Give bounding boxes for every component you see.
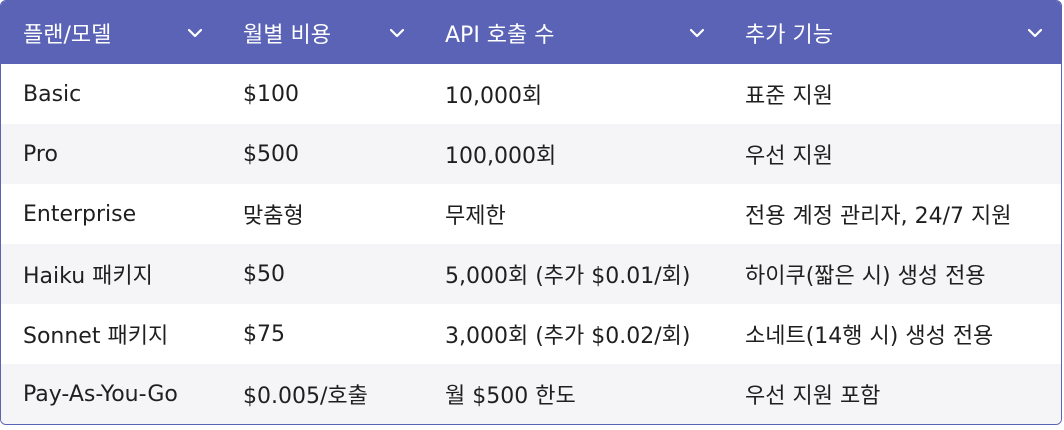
table-row: Sonnet 패키지 $75 3,000회 (추가 $0.02/회) 소네트(14행 … <box>1 304 1061 364</box>
cell-api-calls: 100,000회 <box>445 144 557 169</box>
column-header-api-calls[interactable]: API 호출 수 <box>423 1 723 64</box>
table-row: Pay-As-You-Go $0.005/호출 월 $500 한도 우선 지원 포함 <box>1 364 1061 424</box>
table-row: Basic $100 10,000회 표준 지원 <box>1 64 1061 124</box>
cell-api-calls: 3,000회 (추가 $0.02/회) <box>445 324 691 349</box>
table-row: Haiku 패키지 $50 5,000회 (추가 $0.01/회) 하이쿠(짧은 시)… <box>1 244 1061 304</box>
chevron-down-icon[interactable] <box>1023 21 1047 45</box>
table-row: Enterprise 맞춤형 무제한 전용 계정 관리자, 24/7 지원 <box>1 184 1061 244</box>
cell-api-calls: 5,000회 (추가 $0.01/회) <box>445 264 691 289</box>
cell-plan: Pay-As-You-Go <box>23 381 178 407</box>
cell-api-calls: 무제한 <box>445 204 506 229</box>
chevron-down-icon[interactable] <box>385 21 409 45</box>
cell-monthly-cost: $100 <box>243 81 299 107</box>
chevron-down-icon[interactable] <box>685 21 709 45</box>
cell-api-calls: 10,000회 <box>445 84 543 109</box>
column-header-label: 추가 기능 <box>745 22 833 48</box>
cell-monthly-cost: $50 <box>243 261 285 287</box>
column-header-monthly-cost[interactable]: 월별 비용 <box>221 1 423 64</box>
chevron-down-icon[interactable] <box>183 21 207 45</box>
column-header-label: 월별 비용 <box>243 22 331 48</box>
cell-features: 표준 지원 <box>745 84 833 109</box>
cell-plan: Pro <box>23 141 58 167</box>
pricing-table: 플랜/모델 월별 비용 API 호출 수 추가 기능 Basic $100 10,0… <box>0 0 1062 425</box>
cell-features: 소네트(14행 시) 생성 전용 <box>745 324 994 349</box>
cell-features: 전용 계정 관리자, 24/7 지원 <box>745 204 1012 229</box>
cell-features: 우선 지원 포함 <box>745 384 881 409</box>
cell-monthly-cost: $0.005/호출 <box>243 384 368 409</box>
cell-features: 우선 지원 <box>745 144 833 169</box>
cell-plan: Sonnet 패키지 <box>23 324 169 349</box>
cell-monthly-cost: 맞춤형 <box>243 204 304 229</box>
cell-features: 하이쿠(짧은 시) 생성 전용 <box>745 264 986 289</box>
column-header-label: API 호출 수 <box>445 22 555 48</box>
column-header-plan[interactable]: 플랜/모델 <box>1 1 221 64</box>
cell-monthly-cost: $500 <box>243 141 299 167</box>
cell-plan: Haiku 패키지 <box>23 264 153 289</box>
column-header-features[interactable]: 추가 기능 <box>723 1 1061 64</box>
cell-plan: Basic <box>23 81 82 107</box>
column-header-label: 플랜/모델 <box>23 22 112 48</box>
table-row: Pro $500 100,000회 우선 지원 <box>1 124 1061 184</box>
cell-monthly-cost: $75 <box>243 321 285 347</box>
cell-api-calls: 월 $500 한도 <box>445 384 576 409</box>
cell-plan: Enterprise <box>23 201 137 227</box>
table-header-row: 플랜/모델 월별 비용 API 호출 수 추가 기능 <box>1 1 1061 64</box>
